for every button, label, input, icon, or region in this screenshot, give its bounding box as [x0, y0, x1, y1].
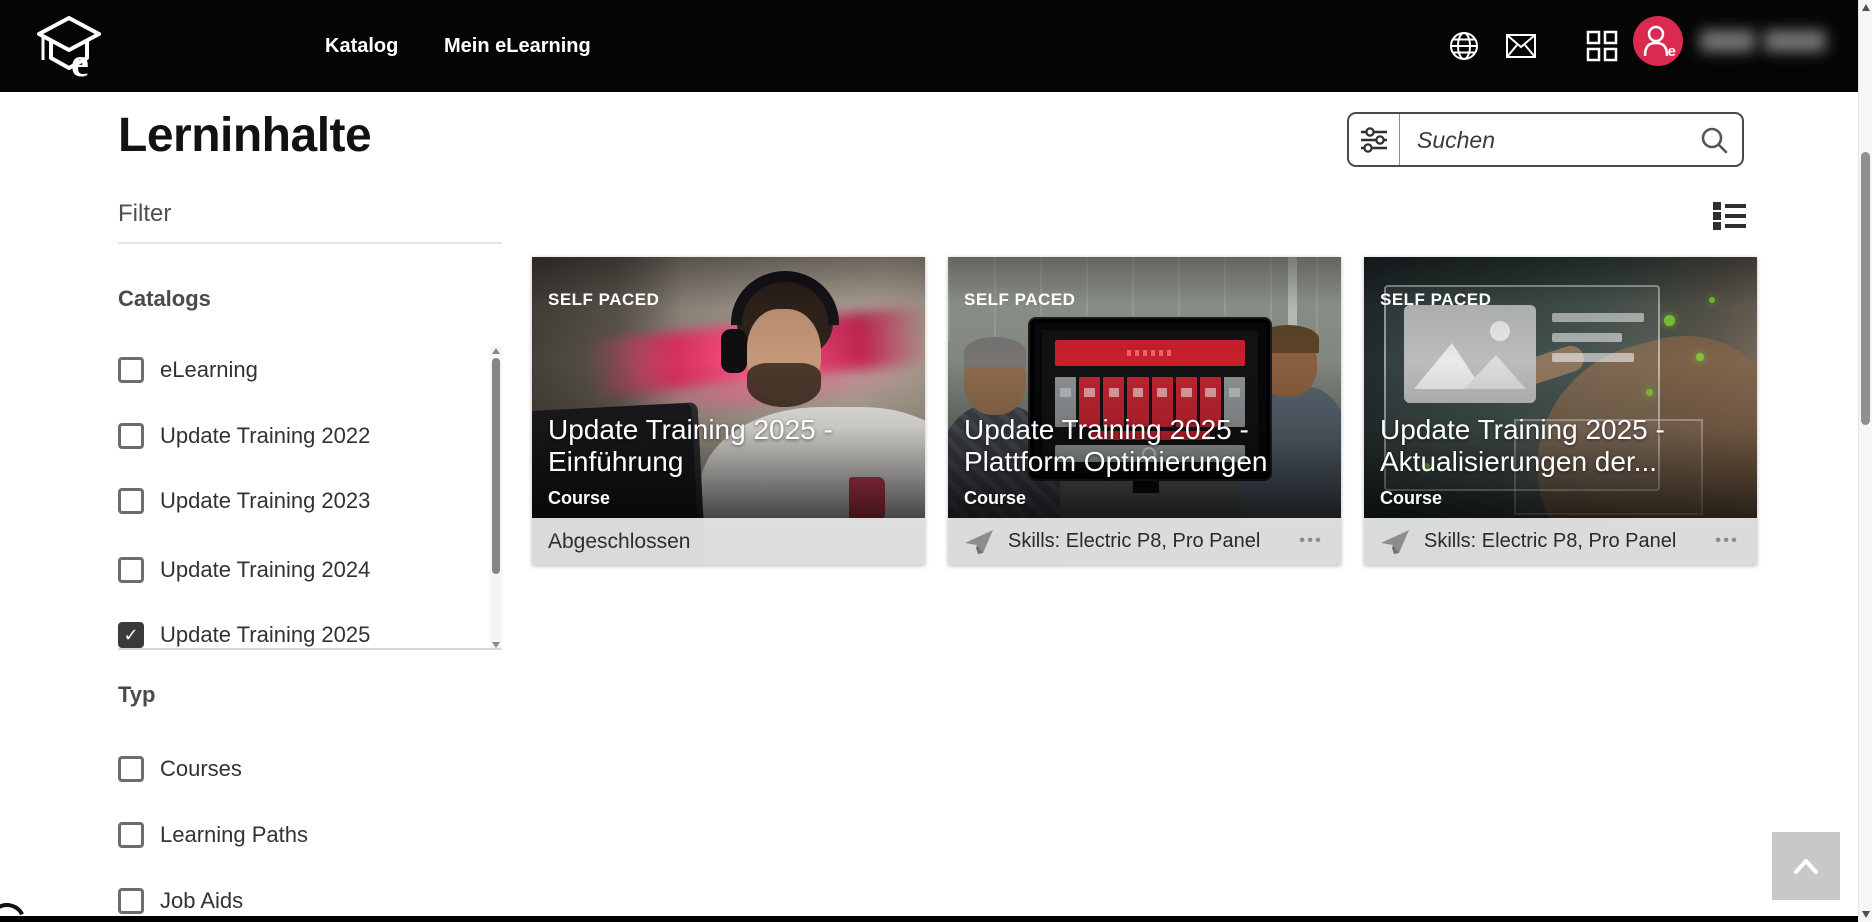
list-view-toggle-icon[interactable]: [1713, 201, 1746, 230]
paper-plane-icon: [1380, 529, 1410, 555]
option-label: Update Training 2022: [160, 423, 370, 449]
section-title-catalogs: Catalogs: [118, 286, 211, 312]
course-card-einfuehrung[interactable]: SELF PACED Update Training 2025 - Einfüh…: [532, 257, 925, 565]
type-option-courses[interactable]: Courses: [118, 756, 242, 782]
option-label: Update Training 2023: [160, 488, 370, 514]
course-type-label: Course: [548, 488, 911, 509]
filter-title: Filter: [118, 200, 171, 228]
top-navbar: e Katalog Mein eLearning: [0, 0, 1858, 92]
course-title: Update Training 2025 - Plattform Optimie…: [964, 414, 1327, 480]
checkbox[interactable]: [118, 888, 144, 914]
avatar-e-badge: e: [1668, 43, 1676, 60]
option-label: Courses: [160, 756, 242, 782]
course-title: Update Training 2025 - Aktualisierungen …: [1380, 414, 1743, 480]
catalog-list-divider: [118, 648, 502, 650]
course-card-aktualisierungen[interactable]: SELF PACED Update Training 2025 - Aktual…: [1364, 257, 1757, 565]
bottom-footer-edge: [0, 916, 1858, 922]
catalog-option-update-training-2023[interactable]: Update Training 2023: [118, 488, 370, 514]
catalog-option-elearning[interactable]: eLearning: [118, 357, 258, 383]
scroll-up-arrow[interactable]: [492, 348, 500, 354]
course-card-plattform-optimierungen[interactable]: SELF PACED Update Training 2025 - Plattf…: [948, 257, 1341, 565]
option-label: eLearning: [160, 357, 258, 383]
option-label: Learning Paths: [160, 822, 308, 848]
filter-divider: [118, 242, 502, 244]
nav-mein-elearning-label: Mein eLearning: [444, 35, 591, 58]
course-title: Update Training 2025 - Einführung: [548, 414, 911, 480]
type-option-learning-paths[interactable]: Learning Paths: [118, 822, 308, 848]
paper-plane-icon: [964, 529, 994, 555]
catalog-list-scrollbar: [490, 346, 502, 650]
sliders-icon: [1358, 125, 1390, 155]
nav-katalog[interactable]: Katalog: [325, 0, 398, 92]
more-options-button[interactable]: •••: [1715, 530, 1739, 550]
user-avatar[interactable]: e: [1633, 16, 1683, 66]
search-input[interactable]: [1415, 118, 1709, 162]
type-option-job-aids[interactable]: Job Aids: [118, 888, 243, 914]
card-footer-skills: Skills: Electric P8, Pro Panel •••: [1364, 518, 1757, 565]
option-label: Job Aids: [160, 888, 243, 914]
search-box: [1347, 112, 1744, 167]
card-text-block: Update Training 2025 - Einführung Course: [548, 414, 911, 510]
checkbox[interactable]: [118, 557, 144, 583]
card-footer-status: Abgeschlossen: [532, 518, 925, 565]
graduation-cap-icon: e: [33, 12, 105, 84]
checkbox[interactable]: [118, 822, 144, 848]
user-name-redacted[interactable]: [1700, 26, 1828, 58]
course-type-label: Course: [964, 488, 1327, 509]
catalog-option-update-training-2025[interactable]: Update Training 2025: [118, 622, 370, 648]
catalog-option-update-training-2024[interactable]: Update Training 2024: [118, 557, 370, 583]
scrollbar-thumb[interactable]: [1861, 152, 1870, 425]
checkbox[interactable]: [118, 622, 144, 648]
checkbox[interactable]: [118, 423, 144, 449]
scrollbar-thumb[interactable]: [492, 358, 500, 574]
redacted-text-blob: [1764, 30, 1826, 52]
redacted-text-blob: [1700, 30, 1755, 52]
course-type-label: Course: [1380, 488, 1743, 509]
scroll-down-arrow[interactable]: [1862, 911, 1870, 918]
page-scrollbar[interactable]: [1858, 0, 1872, 922]
search-filter-button[interactable]: [1349, 114, 1400, 165]
checkbox[interactable]: [118, 756, 144, 782]
self-paced-badge: SELF PACED: [1380, 290, 1491, 310]
nav-katalog-label: Katalog: [325, 35, 398, 58]
nav-mein-elearning[interactable]: Mein eLearning: [444, 0, 591, 92]
page-title: Lerninhalte: [118, 108, 371, 163]
status-text: Abgeschlossen: [548, 530, 690, 554]
brand-logo[interactable]: e: [33, 12, 105, 84]
checkbox[interactable]: [118, 488, 144, 514]
section-title-typ: Typ: [118, 682, 155, 708]
more-options-button[interactable]: •••: [1299, 530, 1323, 550]
option-label: Update Training 2025: [160, 622, 370, 648]
chevron-up-icon: [1793, 858, 1819, 874]
svg-text:e: e: [71, 40, 89, 84]
apps-grid-icon[interactable]: [1585, 29, 1619, 63]
skills-text: Skills: Electric P8, Pro Panel: [1424, 530, 1676, 553]
back-to-top-button[interactable]: [1772, 832, 1840, 900]
language-globe-icon[interactable]: [1447, 29, 1481, 63]
app-screen: e Katalog Mein eLearning: [0, 0, 1872, 922]
catalog-option-update-training-2022[interactable]: Update Training 2022: [118, 423, 370, 449]
checkbox[interactable]: [118, 357, 144, 383]
search-icon[interactable]: [1699, 125, 1729, 155]
card-text-block: Update Training 2025 - Plattform Optimie…: [964, 414, 1327, 510]
scroll-up-arrow[interactable]: [1862, 4, 1870, 11]
mail-icon[interactable]: [1504, 29, 1538, 63]
card-footer-skills: Skills: Electric P8, Pro Panel •••: [948, 518, 1341, 565]
skills-text: Skills: Electric P8, Pro Panel: [1008, 530, 1260, 553]
self-paced-badge: SELF PACED: [548, 290, 659, 310]
option-label: Update Training 2024: [160, 557, 370, 583]
card-text-block: Update Training 2025 - Aktualisierungen …: [1380, 414, 1743, 510]
self-paced-badge: SELF PACED: [964, 290, 1075, 310]
